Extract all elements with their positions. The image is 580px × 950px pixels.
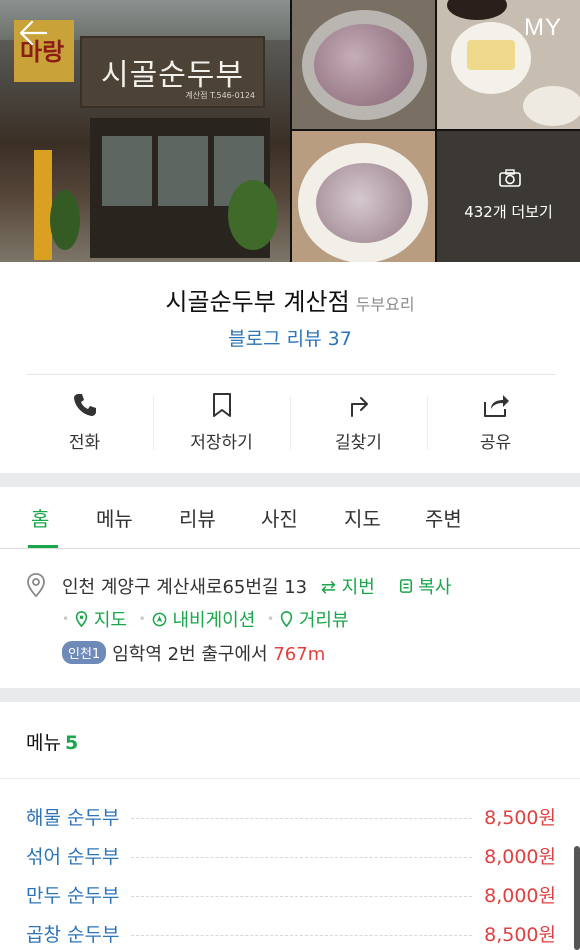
directions-icon	[350, 397, 368, 417]
copy-icon	[399, 579, 412, 593]
share-label: 공유	[479, 433, 512, 453]
menu-item-name: 해물 순두부	[26, 806, 120, 829]
active-tab-indicator	[28, 545, 58, 548]
bookmark-icon	[212, 393, 231, 417]
menu-title: 메뉴	[26, 732, 61, 754]
transit-info: 인천1 임학역 2번 출구에서 767m	[62, 640, 325, 666]
more-photos-label: 432개 더보기	[464, 203, 553, 221]
scrollbar[interactable]	[574, 846, 580, 950]
bullet: •	[267, 612, 275, 626]
map-link[interactable]: 지도	[75, 610, 127, 631]
pot	[447, 0, 507, 20]
navigation-icon	[152, 612, 167, 627]
dotted-leader	[131, 895, 473, 897]
menu-item[interactable]: 곱창 순두부 8,500원	[26, 918, 556, 948]
address-text: 인천 계양구 계산새로65번길 13	[62, 577, 308, 598]
menu-section-title: 메뉴 5	[26, 728, 78, 755]
bullet: •	[62, 612, 70, 626]
street-view-icon	[280, 611, 293, 628]
navigation-link[interactable]: 내비게이션	[152, 610, 256, 631]
distance-text: 767m	[273, 644, 326, 665]
menu-item-price: 8,000원	[484, 845, 556, 868]
plant	[50, 190, 80, 250]
window	[102, 136, 152, 206]
phone-icon	[73, 394, 96, 416]
menu-item-price: 8,500원	[484, 806, 556, 829]
food-photo-rice-pot[interactable]	[292, 0, 435, 129]
menu-item[interactable]: 섞어 순두부 8,000원	[26, 840, 556, 870]
menu-item-price: 8,000원	[484, 884, 556, 907]
tab-home[interactable]: 홈	[31, 503, 49, 532]
tab-nearby[interactable]: 주변	[425, 503, 462, 532]
bowl	[523, 86, 580, 126]
rice	[316, 163, 412, 243]
call-button[interactable]: 전화	[16, 384, 153, 460]
address-links: • 지도 • 내비게이션 • 거리뷰	[62, 606, 349, 632]
photo-gallery[interactable]: 마랑 시골순두부 계산점 T.546-0124 432개 더보기	[0, 0, 580, 262]
section-separator	[0, 688, 580, 702]
place-category: 두부요리	[355, 295, 415, 314]
place-title: 시골순두부 계산점 두부요리	[0, 282, 580, 317]
call-label: 전화	[68, 433, 101, 453]
rice	[314, 24, 414, 106]
more-photos-tile[interactable]: 432개 더보기	[437, 131, 580, 262]
food-photo-rice-bowl[interactable]	[292, 131, 435, 262]
copy-address-button[interactable]: 복사	[399, 577, 452, 598]
bullet: •	[138, 612, 146, 626]
save-label: 저장하기	[190, 433, 253, 453]
dotted-leader	[131, 934, 473, 936]
location-pin-icon	[27, 573, 45, 598]
menu-item-name: 섞어 순두부	[26, 845, 120, 868]
tab-menu[interactable]: 메뉴	[96, 503, 133, 532]
street-view-link[interactable]: 거리뷰	[280, 610, 349, 631]
menu-item-name: 만두 순두부	[26, 884, 120, 907]
lot-number-toggle[interactable]: ⇄ 지번	[321, 577, 375, 598]
map-label: 지도	[93, 610, 127, 631]
my-button[interactable]: MY	[524, 14, 562, 42]
photo-overlay	[437, 131, 580, 262]
directions-button[interactable]: 길찾기	[290, 384, 427, 460]
copy-label: 복사	[418, 577, 452, 598]
tab-reviews[interactable]: 리뷰	[179, 503, 216, 532]
tab-map[interactable]: 지도	[344, 503, 381, 532]
dotted-leader	[131, 856, 473, 858]
directions-label: 길찾기	[335, 433, 382, 453]
divider	[0, 778, 580, 779]
vertical-banner	[34, 150, 52, 260]
menu-count: 5	[64, 732, 79, 754]
exit-text: 2번 출구에서	[167, 644, 268, 665]
dotted-leader	[131, 817, 473, 819]
tab-bar: 홈 메뉴 리뷰 사진 지도 주변	[0, 487, 580, 549]
tree	[228, 180, 278, 250]
place-name: 시골순두부 계산점	[165, 288, 350, 316]
menu-item[interactable]: 해물 순두부 8,500원	[26, 801, 556, 831]
save-button[interactable]: 저장하기	[153, 384, 290, 460]
street-view-label: 거리뷰	[298, 610, 349, 631]
menu-item-price: 8,500원	[484, 923, 556, 946]
store-sign: 시골순두부 계산점 T.546-0124	[80, 36, 265, 108]
share-button[interactable]: 공유	[427, 384, 564, 460]
menu-item[interactable]: 만두 순두부 8,000원	[26, 879, 556, 909]
action-bar: 전화 저장하기 길찾기 공유	[16, 384, 564, 460]
menu-item-name: 곱창 순두부	[26, 923, 120, 946]
address-row: 인천 계양구 계산새로65번길 13 ⇄ 지번 복사	[62, 573, 451, 599]
egg-roll	[467, 40, 515, 70]
subway-line-badge: 인천1	[62, 641, 107, 664]
section-separator	[0, 473, 580, 487]
tab-photos[interactable]: 사진	[261, 503, 298, 532]
station-name: 임학역	[112, 644, 162, 665]
back-arrow-icon[interactable]	[18, 18, 48, 48]
navigation-label: 내비게이션	[172, 610, 256, 631]
store-sign-text: 시골순두부	[101, 58, 244, 93]
window	[158, 136, 208, 206]
blog-review-link[interactable]: 블로그 리뷰 37	[0, 324, 580, 351]
divider	[26, 374, 556, 375]
camera-icon	[499, 169, 521, 187]
map-pin-icon	[75, 611, 88, 628]
share-icon	[483, 395, 509, 417]
store-sign-sub: 계산점 T.546-0124	[185, 91, 255, 100]
